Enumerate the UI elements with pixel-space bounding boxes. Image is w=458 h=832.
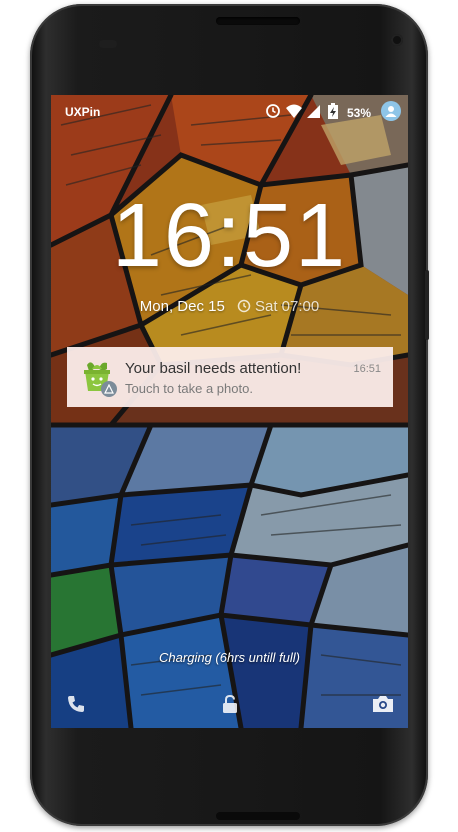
user-avatar-icon[interactable] [381,101,401,121]
date-alarm-row: Mon, Dec 15 Sat 07:00 [51,298,408,317]
battery-percent: 53% [347,106,372,120]
battery-charging-icon [327,103,339,123]
phone-icon[interactable] [65,693,87,720]
notification-subtitle: Touch to take a photo. [125,381,253,396]
warning-triangle-icon [101,381,117,397]
proximity-sensor [99,40,117,48]
wifi-icon [285,103,303,122]
power-button[interactable] [425,270,429,340]
bottom-speaker-grille [216,812,300,820]
next-alarm: Sat 07:00 [237,298,319,315]
status-bar: UXPin 53% [51,95,408,129]
camera-icon[interactable] [371,693,395,720]
notification-title: Your basil needs attention! [125,360,302,377]
date-label: Mon, Dec 15 [139,298,225,315]
lock-screen: UXPin 53% 16:51 Mon, Dec 15 Sat 07:00 Yo… [51,95,408,728]
basil-notification[interactable]: Your basil needs attention! 16:51 Touch … [67,347,393,407]
unlock-icon[interactable] [219,693,241,720]
notification-time: 16:51 [353,363,381,375]
lockscreen-clock: 16:51 [111,186,348,286]
cell-signal-icon [306,103,321,122]
next-alarm-label: Sat 07:00 [255,298,320,315]
front-camera [391,34,403,46]
charging-status: Charging (6hrs untill full) [159,650,300,665]
carrier-label: UXPin [65,105,101,119]
top-speaker-grille [216,17,300,25]
alarm-clock-icon [237,299,251,317]
alarm-clock-icon [265,103,281,122]
